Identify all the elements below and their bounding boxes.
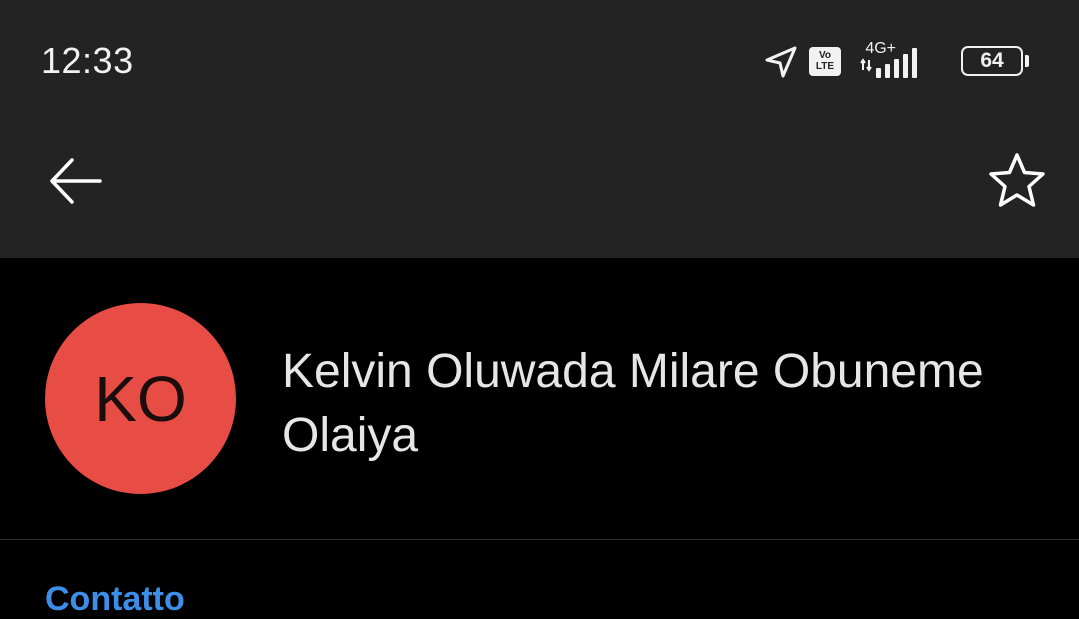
star-outline-icon [989,153,1045,207]
back-button[interactable] [44,150,110,212]
divider [0,539,1079,540]
avatar-initials: KO [94,362,187,435]
contact-header: KO Kelvin Oluwada Milare Obuneme Olaiya [0,258,1079,540]
contact-name: Kelvin Oluwada Milare Obuneme Olaiya [282,345,984,462]
app-bar [0,120,1079,258]
status-time: 12:33 [41,40,134,81]
status-bar: 12:33 Vo LTE 4G+ 64 [0,0,1079,120]
volte-icon: Vo LTE [809,47,841,76]
signal-icon [860,48,917,78]
battery-percent: 64 [980,49,1004,72]
arrow-left-icon [50,158,102,204]
favorite-button[interactable] [985,150,1049,214]
section-label-contact: Contatto [45,580,185,618]
battery-tip [1025,55,1029,67]
location-arrow-icon [765,46,797,78]
volte-line2: LTE [815,61,835,72]
avatar: KO [45,303,236,494]
battery-icon: 64 [961,46,1023,76]
volte-line1: Vo [818,50,832,61]
